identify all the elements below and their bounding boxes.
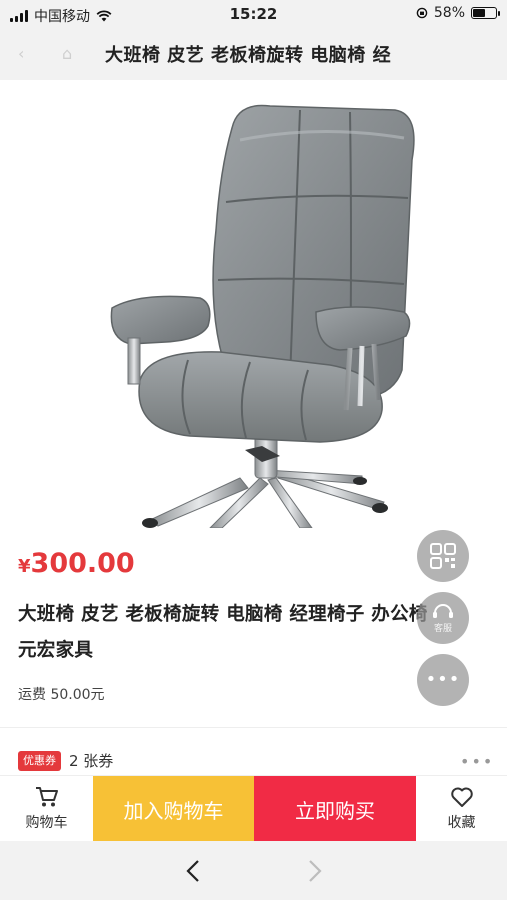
- cart-icon: [35, 787, 58, 807]
- battery-icon: [471, 7, 500, 19]
- divider: [0, 727, 507, 728]
- price-symbol: ¥: [18, 556, 31, 577]
- headset-icon: [433, 604, 453, 618]
- customer-service-button[interactable]: 客服: [417, 592, 469, 644]
- coupon-more-icon[interactable]: •••: [460, 752, 494, 771]
- heart-icon: [450, 787, 473, 807]
- cart-label: 购物车: [25, 815, 68, 831]
- browser-nav-bar: [0, 841, 507, 900]
- battery-level: [473, 9, 485, 17]
- cart-button[interactable]: 购物车: [0, 776, 93, 842]
- shipping-fee: 运费 50.00元: [18, 687, 105, 703]
- qr-code-icon: [430, 543, 456, 569]
- page-title-bar: ‹ ⌂ 大班椅 皮艺 老板椅旋转 电脑椅 经: [0, 28, 507, 80]
- chair-base: [149, 469, 385, 528]
- nav-forward-button[interactable]: [302, 857, 328, 885]
- status-bar: 中国移动 15:22 58%: [0, 0, 507, 28]
- status-right: 58%: [416, 5, 500, 21]
- chevron-right-icon: [309, 860, 322, 882]
- page-title: 大班椅 皮艺 老板椅旋转 电脑椅 经: [105, 45, 392, 66]
- qr-code-button[interactable]: [417, 530, 469, 582]
- orientation-lock-icon: [416, 7, 428, 19]
- price-value: 300.00: [30, 548, 135, 579]
- nav-back-button[interactable]: [180, 857, 206, 885]
- service-label: 客服: [433, 624, 452, 634]
- back-ghost-icon: ‹: [18, 44, 25, 63]
- action-bar: 购物车 加入购物车 立即购买 收藏: [0, 775, 507, 842]
- add-to-cart-button[interactable]: 加入购物车: [93, 776, 254, 842]
- favorite-button[interactable]: 收藏: [416, 776, 507, 842]
- coupon-count[interactable]: 2 张券: [69, 750, 113, 771]
- battery-percent: 58%: [433, 5, 465, 21]
- chevron-left-icon: [186, 860, 199, 882]
- product-price: ¥300.00: [18, 548, 135, 579]
- product-image[interactable]: [0, 80, 507, 528]
- buy-now-button[interactable]: 立即购买: [254, 776, 416, 842]
- home-ghost-icon: ⌂: [62, 44, 73, 63]
- office-chair-image: [110, 104, 415, 528]
- title-fade: [397, 28, 507, 80]
- more-button[interactable]: •••: [417, 654, 469, 706]
- more-dots-icon: •••: [425, 669, 461, 690]
- coupon-tag[interactable]: 优惠券: [18, 751, 61, 771]
- favorite-label: 收藏: [447, 815, 476, 831]
